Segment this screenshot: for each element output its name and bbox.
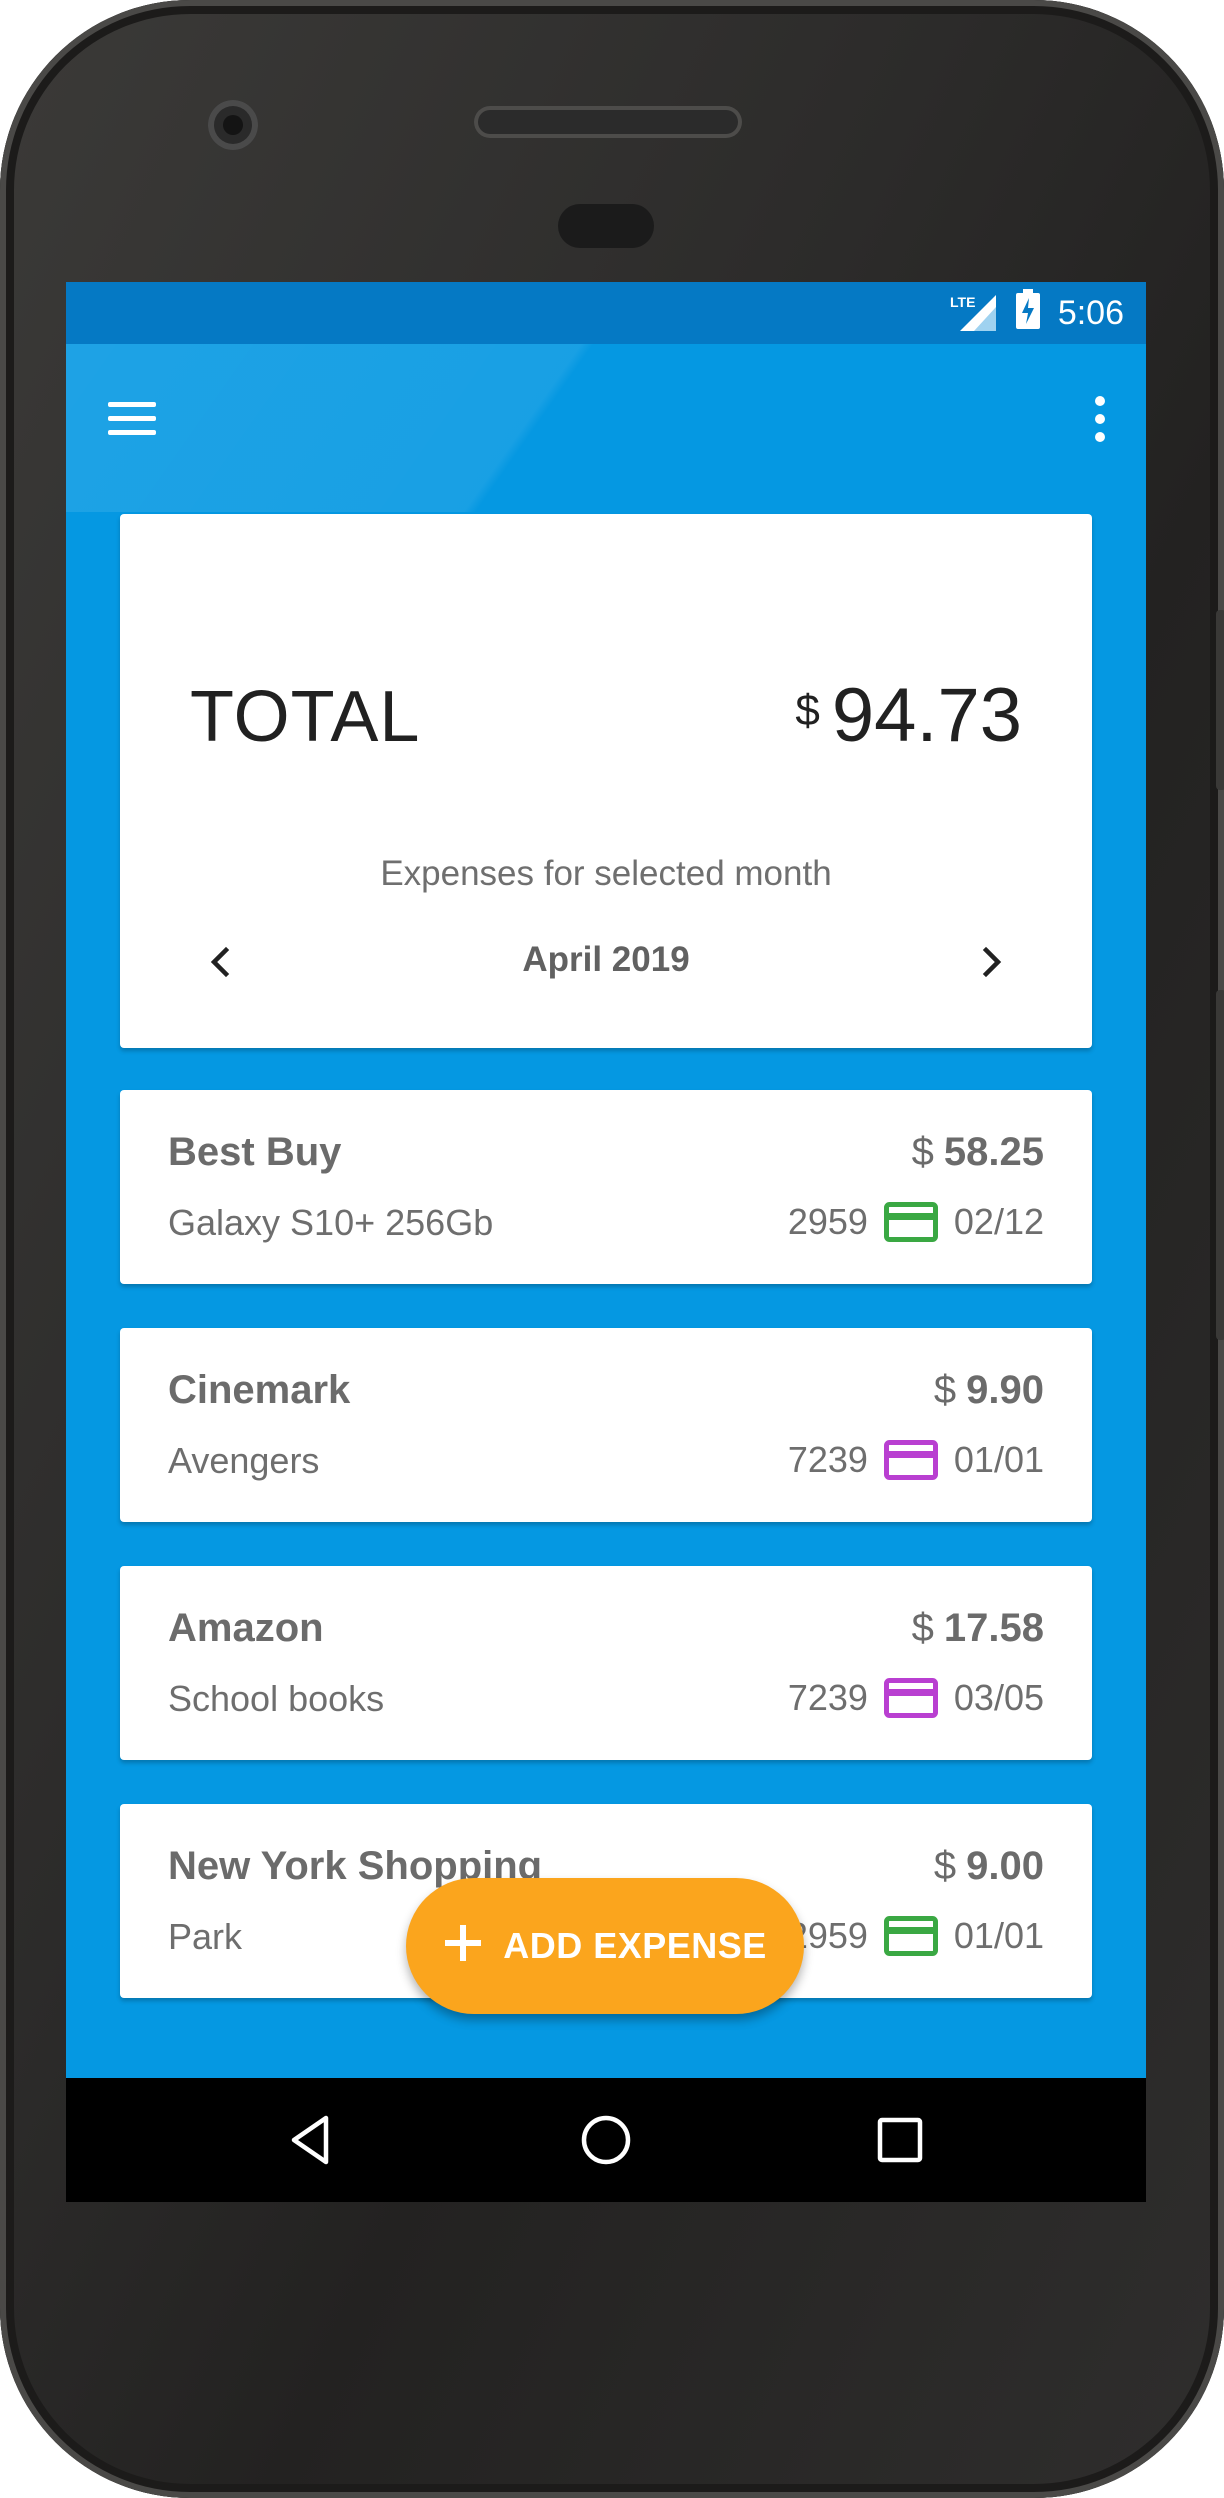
total-value: 94.73 bbox=[831, 673, 1022, 758]
total-card: TOTAL $ 94.73 Expenses for selected mont… bbox=[120, 514, 1092, 1048]
expense-date: 01/01 bbox=[953, 1915, 1044, 1956]
phone-frame: LTE 5:06 TOTAL $ 94.73 Expenses for sele… bbox=[0, 0, 1224, 2498]
expense-amount: $9.90 bbox=[933, 1368, 1044, 1412]
expense-card[interactable]: Best Buy Galaxy S10+ 256Gb $58.25 2959 0… bbox=[120, 1090, 1092, 1284]
plus-icon bbox=[443, 1916, 483, 1972]
selected-month: April 2019 bbox=[522, 940, 690, 979]
expense-meta: 2959 01/01 bbox=[788, 1912, 1044, 1960]
system-nav-bar bbox=[66, 2078, 1146, 2202]
recents-icon[interactable] bbox=[868, 2108, 932, 2172]
chevron-right-icon[interactable] bbox=[962, 932, 1022, 992]
expense-amount: $17.58 bbox=[911, 1606, 1044, 1650]
proximity-sensor bbox=[558, 204, 654, 248]
credit-card-icon bbox=[883, 1440, 938, 1480]
expense-description: Galaxy S10+ 256Gb bbox=[168, 1202, 494, 1243]
expense-amount: $58.25 bbox=[911, 1130, 1044, 1174]
more-vert-icon[interactable] bbox=[1090, 394, 1110, 444]
expense-description: Park bbox=[168, 1916, 243, 1957]
front-camera bbox=[208, 100, 258, 150]
expense-meta: 7239 01/01 bbox=[788, 1436, 1044, 1484]
card-last-digits: 2959 bbox=[787, 1201, 868, 1242]
app-toolbar bbox=[66, 344, 1146, 494]
expense-date: 03/05 bbox=[953, 1677, 1044, 1718]
card-last-digits: 7239 bbox=[787, 1677, 868, 1718]
add-expense-button[interactable]: ADD EXPENSE bbox=[406, 1878, 804, 2014]
total-amount: $ 94.73 bbox=[795, 672, 1022, 759]
month-subtitle: Expenses for selected month bbox=[380, 854, 832, 893]
expense-meta: 7239 03/05 bbox=[788, 1674, 1044, 1722]
app-screen: LTE 5:06 TOTAL $ 94.73 Expenses for sele… bbox=[66, 282, 1146, 2202]
power-button bbox=[1216, 610, 1224, 790]
expense-card[interactable]: Amazon School books $17.58 7239 03/05 bbox=[120, 1566, 1092, 1760]
currency-symbol: $ bbox=[795, 686, 820, 735]
credit-card-icon bbox=[883, 1916, 938, 1956]
expense-amount: $9.00 bbox=[933, 1844, 1044, 1888]
expense-description: Avengers bbox=[168, 1440, 320, 1481]
status-time: 5:06 bbox=[1057, 293, 1124, 332]
merchant-name: Amazon bbox=[168, 1606, 324, 1650]
total-label: TOTAL bbox=[190, 677, 421, 757]
expense-meta: 2959 02/12 bbox=[788, 1198, 1044, 1246]
status-bar: LTE 5:06 bbox=[66, 282, 1146, 344]
hamburger-menu-icon[interactable] bbox=[104, 398, 160, 442]
merchant-name: Cinemark bbox=[168, 1368, 351, 1412]
network-type-label: LTE bbox=[950, 294, 975, 310]
volume-button bbox=[1216, 990, 1224, 1340]
merchant-name: Best Buy bbox=[168, 1130, 342, 1174]
expense-card[interactable]: Cinemark Avengers $9.90 7239 01/01 bbox=[120, 1328, 1092, 1522]
expense-date: 01/01 bbox=[953, 1439, 1044, 1480]
expense-description: School books bbox=[168, 1678, 385, 1719]
add-expense-label: ADD EXPENSE bbox=[503, 1925, 767, 1966]
credit-card-icon bbox=[883, 1678, 938, 1718]
earpiece-speaker bbox=[474, 106, 742, 138]
back-icon[interactable] bbox=[280, 2108, 344, 2172]
month-selector: April 2019 bbox=[120, 932, 1092, 992]
expense-date: 02/12 bbox=[953, 1201, 1044, 1242]
lte-signal-icon: LTE bbox=[950, 293, 998, 333]
card-last-digits: 7239 bbox=[787, 1439, 868, 1480]
home-icon[interactable] bbox=[574, 2108, 638, 2172]
credit-card-icon bbox=[883, 1202, 938, 1242]
battery-charging-icon bbox=[1015, 288, 1040, 338]
